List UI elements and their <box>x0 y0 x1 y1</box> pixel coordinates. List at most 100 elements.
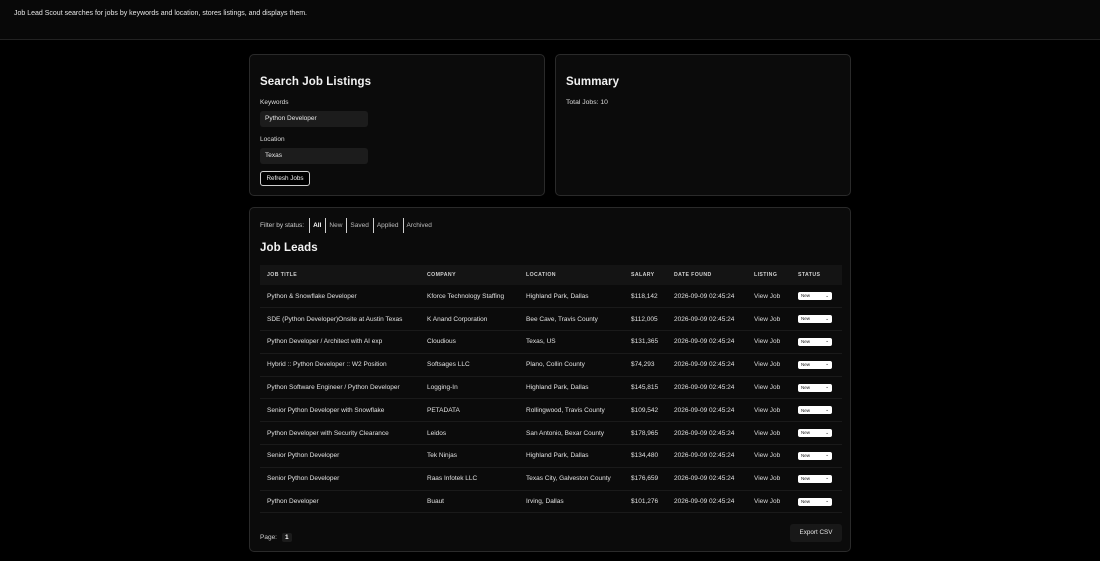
status-select[interactable]: New ⌄ <box>798 383 832 392</box>
listing-cell: View Job <box>747 467 791 490</box>
listing-cell: View Job <box>747 399 791 422</box>
company-cell: PETADATA <box>427 406 460 414</box>
job-title-cell: Python Software Engineer / Python Develo… <box>267 384 400 392</box>
date-found-cell: 2026-09-09 02:45:24 <box>674 361 735 369</box>
status-select-value: New <box>801 407 811 413</box>
status-select[interactable]: New ⌄ <box>798 337 832 346</box>
location-cell: Texas City, Galveston County <box>526 475 611 483</box>
table-row: Python Developer Buaut Irving, Dallas $101,… <box>260 490 842 513</box>
chevron-down-icon: ⌄ <box>825 429 829 435</box>
table-row: Senior Python Developer Raas Infotek LLC T… <box>260 467 842 491</box>
job-title-cell: Senior Python Developer <box>267 475 340 483</box>
summary-panel: Summary Total Jobs: 10 <box>555 54 851 196</box>
salary-cell: $118,142 <box>631 292 658 300</box>
filter-new-button[interactable]: New <box>325 218 345 233</box>
status-cell: New ⌄ <box>791 467 842 490</box>
status-select-value: New <box>801 293 811 299</box>
location-cell: Irving, Dallas <box>526 498 564 506</box>
location-cell: Highland Park, Dallas <box>526 452 589 460</box>
view-job-link[interactable]: View Job <box>754 316 780 323</box>
filter-archived-button[interactable]: Archived <box>402 218 435 233</box>
filter-label: Filter by status: <box>260 222 305 229</box>
table-row: Senior Python Developer with Snowflake PE… <box>260 399 842 422</box>
view-job-link[interactable]: View Job <box>754 338 780 345</box>
filter-all-button[interactable]: All <box>309 218 324 233</box>
listing-cell: View Job <box>747 490 791 513</box>
status-filter: Filter by status: All New Saved Applied … <box>260 218 435 233</box>
location-cell: Plano, Collin County <box>526 361 585 369</box>
company-cell: Softsages LLC <box>427 361 470 369</box>
status-cell: New ⌄ <box>791 331 842 354</box>
date-found-cell: 2026-09-09 02:45:24 <box>674 315 735 323</box>
location-input[interactable] <box>260 148 368 164</box>
column-header-job-title: Job Title <box>267 272 298 278</box>
location-cell: Bee Cave, Travis County <box>526 315 598 323</box>
company-cell: Raas Infotek LLC <box>427 475 478 483</box>
listing-cell: View Job <box>747 331 791 354</box>
table-row: Python & Snowflake Developer Kforce Techn… <box>260 285 842 308</box>
status-select[interactable]: New ⌄ <box>798 497 832 506</box>
pagination: Page: 1 <box>260 533 292 542</box>
status-cell: New ⌄ <box>791 308 842 331</box>
page-number-button[interactable]: 1 <box>282 533 292 542</box>
view-job-link[interactable]: View Job <box>754 384 780 391</box>
view-job-link[interactable]: View Job <box>754 361 780 368</box>
salary-cell: $74,293 <box>631 361 655 369</box>
table-row: Hybrid :: Python Developer :: W2 Positio… <box>260 353 842 377</box>
job-title-cell: Senior Python Developer with Snowflake <box>267 406 385 414</box>
column-header-salary: Salary <box>631 272 655 278</box>
filter-saved-button[interactable]: Saved <box>346 218 371 233</box>
status-select[interactable]: New ⌄ <box>798 292 832 301</box>
status-select[interactable]: New ⌄ <box>798 360 832 369</box>
job-title-cell: SDE (Python Developer)Onsite at Austin T… <box>267 315 403 323</box>
location-cell: San Antonio, Bexar County <box>526 429 605 437</box>
view-job-link[interactable]: View Job <box>754 407 780 414</box>
table-row: SDE (Python Developer)Onsite at Austin T… <box>260 308 842 331</box>
company-cell: Cloudious <box>427 338 456 346</box>
company-cell: Leidos <box>427 429 447 437</box>
refresh-jobs-button[interactable]: Refresh Jobs <box>260 171 310 186</box>
listing-cell: View Job <box>747 422 791 445</box>
table-row: Python Developer with Security Clearance… <box>260 422 842 445</box>
company-cell: Tek Ninjas <box>427 452 457 460</box>
view-job-link[interactable]: View Job <box>754 498 780 505</box>
app-description: Job Lead Scout searches for jobs by keyw… <box>14 10 307 17</box>
column-header-location: Location <box>526 272 556 278</box>
status-select-value: New <box>801 498 811 504</box>
date-found-cell: 2026-09-09 02:45:24 <box>674 475 735 483</box>
status-select-value: New <box>801 316 811 322</box>
column-header-company: Company <box>427 272 456 278</box>
view-job-link[interactable]: View Job <box>754 430 780 437</box>
table-header-row: Job Title Company Location Salary Date F… <box>260 265 842 285</box>
chevron-down-icon: ⌄ <box>825 498 829 504</box>
salary-cell: $101,276 <box>631 498 659 506</box>
status-select[interactable]: New ⌄ <box>798 315 832 324</box>
view-job-link[interactable]: View Job <box>754 293 780 300</box>
company-cell: Buaut <box>427 498 444 506</box>
status-select-value: New <box>801 361 811 367</box>
job-title-cell: Senior Python Developer <box>267 452 340 460</box>
listing-cell: View Job <box>747 308 791 331</box>
salary-cell: $134,480 <box>631 452 659 460</box>
top-bar: Job Lead Scout searches for jobs by keyw… <box>0 0 1100 40</box>
keywords-input[interactable] <box>260 111 368 127</box>
export-csv-button[interactable]: Export CSV <box>790 524 842 542</box>
location-cell: Texas, US <box>526 338 556 346</box>
chevron-down-icon: ⌄ <box>825 292 829 298</box>
status-select[interactable]: New ⌄ <box>798 429 832 438</box>
view-job-link[interactable]: View Job <box>754 452 780 459</box>
status-select-value: New <box>801 384 811 390</box>
filter-applied-button[interactable]: Applied <box>372 218 402 233</box>
view-job-link[interactable]: View Job <box>754 475 780 482</box>
status-select[interactable]: New ⌄ <box>798 406 832 415</box>
chevron-down-icon: ⌄ <box>825 406 829 412</box>
chevron-down-icon: ⌄ <box>825 384 829 390</box>
status-select[interactable]: New ⌄ <box>798 474 832 483</box>
status-select[interactable]: New ⌄ <box>798 451 832 460</box>
status-cell: New ⌄ <box>791 490 842 513</box>
status-cell: New ⌄ <box>791 399 842 422</box>
job-title-cell: Python & Snowflake Developer <box>267 292 357 300</box>
date-found-cell: 2026-09-09 02:45:24 <box>674 498 735 506</box>
date-found-cell: 2026-09-09 02:45:24 <box>674 406 735 414</box>
column-header-status: Status <box>798 272 821 278</box>
